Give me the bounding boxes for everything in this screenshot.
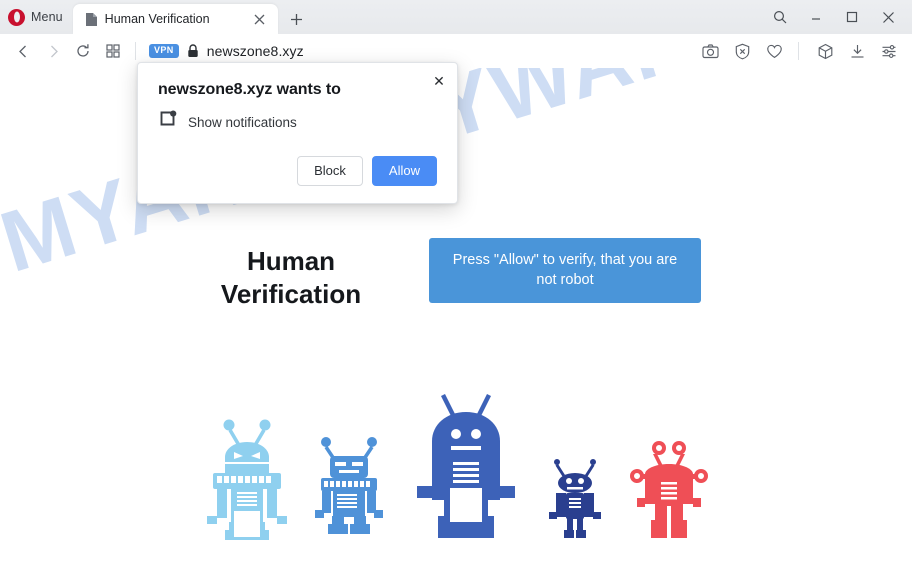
allow-button[interactable]: Allow — [371, 156, 437, 187]
notification-permission-dialog: ✕ newszone8.xyz wants to Show notificati… — [137, 62, 458, 205]
heart-icon[interactable] — [759, 37, 789, 65]
dialog-close-icon[interactable]: ✕ — [428, 70, 450, 92]
back-icon[interactable] — [8, 37, 38, 65]
lock-icon[interactable] — [187, 44, 199, 58]
address-bar[interactable]: VPN newszone8.xyz — [145, 37, 695, 65]
toolbar-divider-2 — [798, 42, 799, 60]
page-icon — [85, 12, 98, 27]
url-text: newszone8.xyz — [206, 43, 304, 59]
cube-icon[interactable] — [810, 37, 840, 65]
permission-row: Show notifications — [158, 110, 437, 134]
robot-large-royal-blue — [417, 394, 515, 538]
hero-section: Human Verification Press "Allow" to veri… — [0, 238, 912, 310]
window-controls — [762, 0, 912, 34]
dialog-title: newszone8.xyz wants to — [158, 81, 341, 98]
tab-grid-icon[interactable] — [98, 37, 128, 65]
opera-logo-icon — [8, 8, 25, 26]
robot-red — [630, 441, 708, 538]
minimize-icon[interactable] — [798, 2, 834, 32]
snapshot-icon[interactable] — [695, 37, 725, 65]
robot-illustration — [0, 390, 912, 540]
close-icon[interactable] — [870, 2, 906, 32]
maximize-icon[interactable] — [834, 2, 870, 32]
permission-label: Show notifications — [188, 114, 297, 130]
toolbar-right-icons — [695, 37, 904, 65]
toolbar-divider — [135, 42, 136, 60]
ad-blocker-icon[interactable] — [727, 37, 757, 65]
tab-strip: Menu Human Verification — [0, 0, 912, 34]
new-tab-button[interactable] — [287, 9, 307, 29]
vpn-badge[interactable]: VPN — [149, 44, 179, 58]
page-title: Human Verification — [211, 238, 371, 310]
opera-menu-button[interactable]: Menu — [0, 0, 73, 34]
browser-window: Menu Human Verification VPN newszone8.xy… — [0, 0, 912, 582]
forward-icon[interactable] — [38, 37, 68, 65]
menu-label: Menu — [31, 10, 63, 24]
robot-medium-blue — [315, 437, 383, 534]
tab-human-verification[interactable]: Human Verification — [72, 4, 278, 34]
dialog-actions: Block Allow — [138, 134, 457, 203]
robot-light-blue — [207, 419, 287, 540]
verification-banner: Press "Allow" to verify, that you are no… — [429, 238, 701, 304]
search-icon[interactable] — [762, 2, 798, 32]
dialog-body: newszone8.xyz wants to Show notification… — [138, 63, 457, 134]
page-title-line1: Human — [246, 246, 336, 276]
download-icon[interactable] — [842, 37, 872, 65]
tab-close-icon[interactable] — [250, 9, 270, 29]
block-button[interactable]: Block — [297, 156, 363, 187]
robot-small-navy — [549, 459, 601, 538]
notification-permission-icon — [158, 110, 177, 134]
tab-title: Human Verification — [104, 12, 210, 26]
reload-icon[interactable] — [68, 37, 98, 65]
page-title-line2: Verification — [220, 278, 362, 309]
easy-setup-icon[interactable] — [874, 37, 904, 65]
